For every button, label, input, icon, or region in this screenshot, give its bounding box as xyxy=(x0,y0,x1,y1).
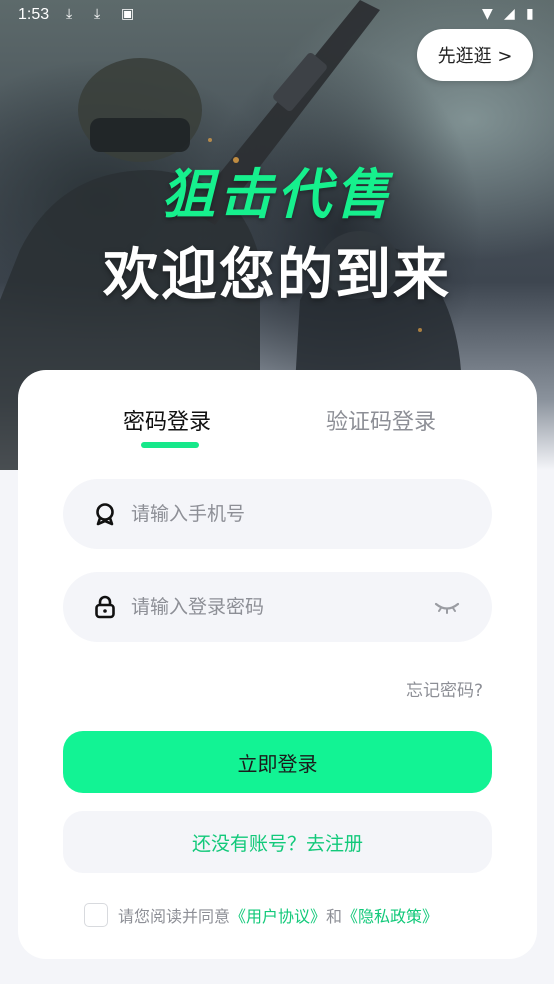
status-bar: 1:53 ⤓ ⤓ ▣ ▼ ◢ ▮ xyxy=(0,0,554,32)
forgot-password-link[interactable]: 忘记密码? xyxy=(406,676,483,701)
welcome-title: 欢迎您的到来 xyxy=(103,243,451,308)
badge-icon xyxy=(96,503,114,526)
agreement-prefix: 请您阅读并同意 xyxy=(118,907,231,926)
status-time: 1:53 xyxy=(18,6,50,23)
phone-field[interactable] xyxy=(63,479,492,549)
phone-input[interactable] xyxy=(131,479,431,549)
privacy-policy-link[interactable]: 《隐私政策》 xyxy=(342,903,438,927)
signal-icon: ◢ xyxy=(504,6,515,22)
login-button[interactable]: 立即登录 xyxy=(63,731,492,793)
app-notification-icon: ▣ xyxy=(121,6,135,22)
active-tab-indicator xyxy=(141,442,199,448)
user-agreement-link[interactable]: 《用户协议》 xyxy=(230,903,326,927)
password-field[interactable] xyxy=(63,572,492,642)
tab-password-login[interactable]: 密码登录 xyxy=(123,404,211,436)
eye-closed-icon[interactable] xyxy=(433,597,461,617)
tab-code-login[interactable]: 验证码登录 xyxy=(326,404,436,436)
app-title: 狙击代售 xyxy=(161,163,393,226)
download-icon: ⤓ xyxy=(94,6,101,22)
register-button[interactable]: 还没有账号？去注册 xyxy=(63,811,492,873)
login-card: 密码登录 验证码登录 忘记密码? 立即登录 还没有账号？去注册 请您阅读并同意 … xyxy=(18,370,537,959)
agreement-and: 和 xyxy=(326,907,343,926)
download-icon: ⤓ xyxy=(66,6,73,22)
agreement-checkbox[interactable] xyxy=(84,903,108,927)
guest-browse-button[interactable]: 先逛逛 > xyxy=(417,29,533,81)
agreement-row: 请您阅读并同意 《用户协议》 和 《隐私政策》 xyxy=(84,902,504,928)
lock-icon xyxy=(95,595,115,619)
battery-icon: ▮ xyxy=(526,6,534,22)
password-input[interactable] xyxy=(131,572,431,642)
wifi-icon: ▼ xyxy=(482,6,493,22)
